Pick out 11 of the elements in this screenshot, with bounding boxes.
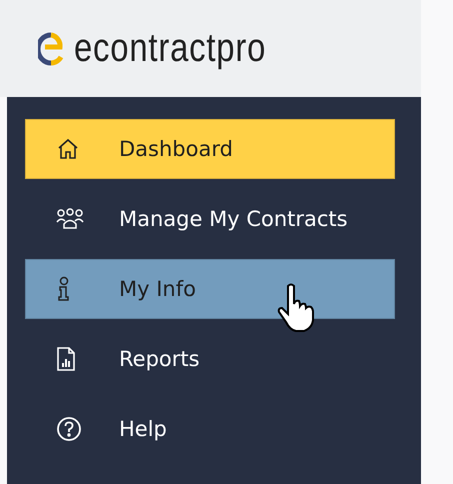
home-icon xyxy=(56,137,80,161)
logo-icon xyxy=(38,32,64,66)
logo-text: econtractpro xyxy=(74,26,266,71)
people-icon xyxy=(56,208,84,230)
nav-item[interactable]: Dashboard xyxy=(25,119,395,179)
nav-item[interactable]: Reports xyxy=(25,329,395,389)
report-icon xyxy=(56,346,76,372)
info-icon xyxy=(56,276,72,302)
help-icon xyxy=(56,416,82,442)
nav-item[interactable]: Manage My Contracts xyxy=(25,189,395,249)
nav-item[interactable]: Help xyxy=(25,399,395,459)
